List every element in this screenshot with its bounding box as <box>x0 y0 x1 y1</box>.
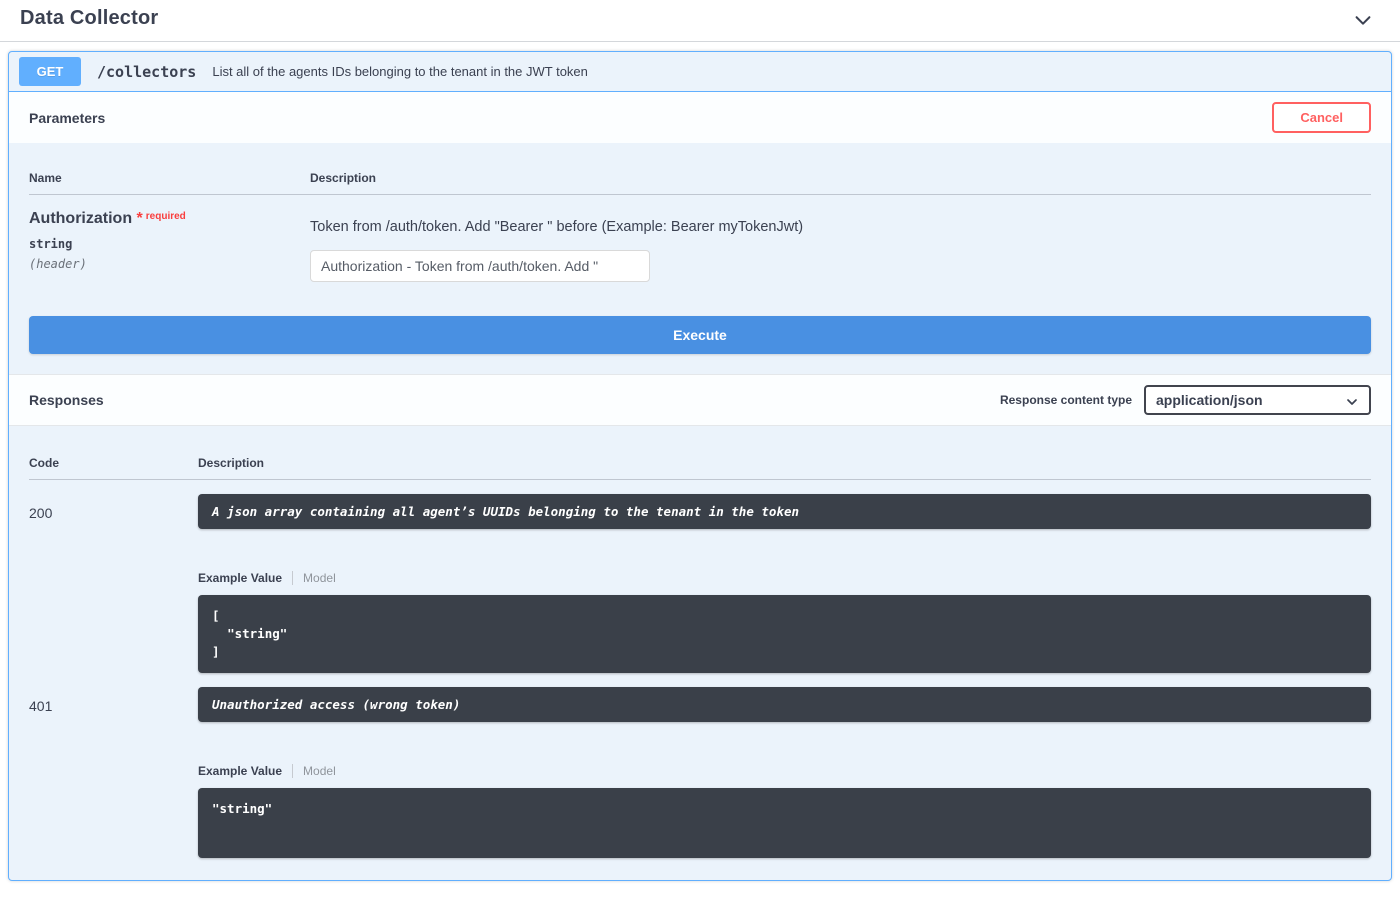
tag-divider <box>0 41 1400 42</box>
parameter-name-cell: Authorization *required string (header) <box>29 210 310 282</box>
parameters-table: Name Description Authorization *required… <box>9 143 1391 294</box>
response-code: 401 <box>29 687 198 858</box>
responses-header: Responses Response content type applicat… <box>9 374 1391 426</box>
column-header-name: Name <box>29 171 310 185</box>
response-content-type-select[interactable]: application/json <box>1144 385 1371 415</box>
endpoint-summary: List all of the agents IDs belonging to … <box>212 64 588 79</box>
parameters-table-head: Name Description <box>29 171 1371 195</box>
opblock-summary[interactable]: GET /collectors List all of the agents I… <box>9 52 1391 92</box>
parameter-description-cell: Token from /auth/token. Add "Bearer " be… <box>310 210 1371 282</box>
parameters-header: Parameters Cancel <box>9 92 1391 143</box>
parameter-description: Token from /auth/token. Add "Bearer " be… <box>310 219 1371 235</box>
response-row-401: 401 Unauthorized access (wrong token) Ex… <box>29 673 1371 858</box>
response-description: Unauthorized access (wrong token) <box>198 687 1371 722</box>
chevron-down-icon[interactable] <box>1352 9 1374 31</box>
responses-table-head: Code Description <box>29 456 1371 480</box>
parameter-name: Authorization *required <box>29 210 310 228</box>
tag-section-header: Data Collector <box>0 0 1400 41</box>
opblock-get-collectors: GET /collectors List all of the agents I… <box>8 51 1392 881</box>
response-content-type-group: Response content type application/json <box>1000 385 1371 415</box>
cancel-button[interactable]: Cancel <box>1272 102 1371 133</box>
execute-button[interactable]: Execute <box>29 316 1371 354</box>
authorization-input[interactable] <box>310 250 650 282</box>
response-description: A json array containing all agent’s UUID… <box>198 494 1371 529</box>
column-header-description: Description <box>310 171 1371 185</box>
response-description-cell: Unauthorized access (wrong token) Exampl… <box>198 687 1371 858</box>
parameter-type: string <box>29 237 310 251</box>
example-value-code-block: "string" <box>198 788 1371 858</box>
model-tabs: Example Value Model <box>198 764 1371 778</box>
model-tabs: Example Value Model <box>198 571 1371 585</box>
response-code: 200 <box>29 494 198 673</box>
responses-title: Responses <box>29 392 104 408</box>
response-description-cell: A json array containing all agent’s UUID… <box>198 494 1371 673</box>
required-label: required <box>146 211 186 222</box>
response-content-type-label: Response content type <box>1000 393 1132 407</box>
chevron-down-icon <box>1344 394 1360 410</box>
tab-example-value[interactable]: Example Value <box>198 764 293 778</box>
required-asterisk: * <box>137 210 143 227</box>
response-row-200: 200 A json array containing all agent’s … <box>29 480 1371 673</box>
example-value-code-block: [ "string" ] <box>198 595 1371 673</box>
tab-example-value[interactable]: Example Value <box>198 571 293 585</box>
endpoint-path: /collectors <box>97 63 196 81</box>
parameter-location: (header) <box>29 257 310 271</box>
responses-table: Code Description 200 A json array contai… <box>9 426 1391 880</box>
page-title: Data Collector <box>20 7 158 30</box>
parameters-title: Parameters <box>29 110 105 126</box>
tab-model[interactable]: Model <box>293 764 336 778</box>
response-content-type-value: application/json <box>1156 392 1263 408</box>
parameter-row: Authorization *required string (header) … <box>29 195 1371 294</box>
execute-wrapper: Execute <box>9 294 1391 374</box>
method-badge: GET <box>19 57 81 86</box>
tab-model[interactable]: Model <box>293 571 336 585</box>
column-header-description: Description <box>198 456 1371 470</box>
column-header-code: Code <box>29 456 198 470</box>
